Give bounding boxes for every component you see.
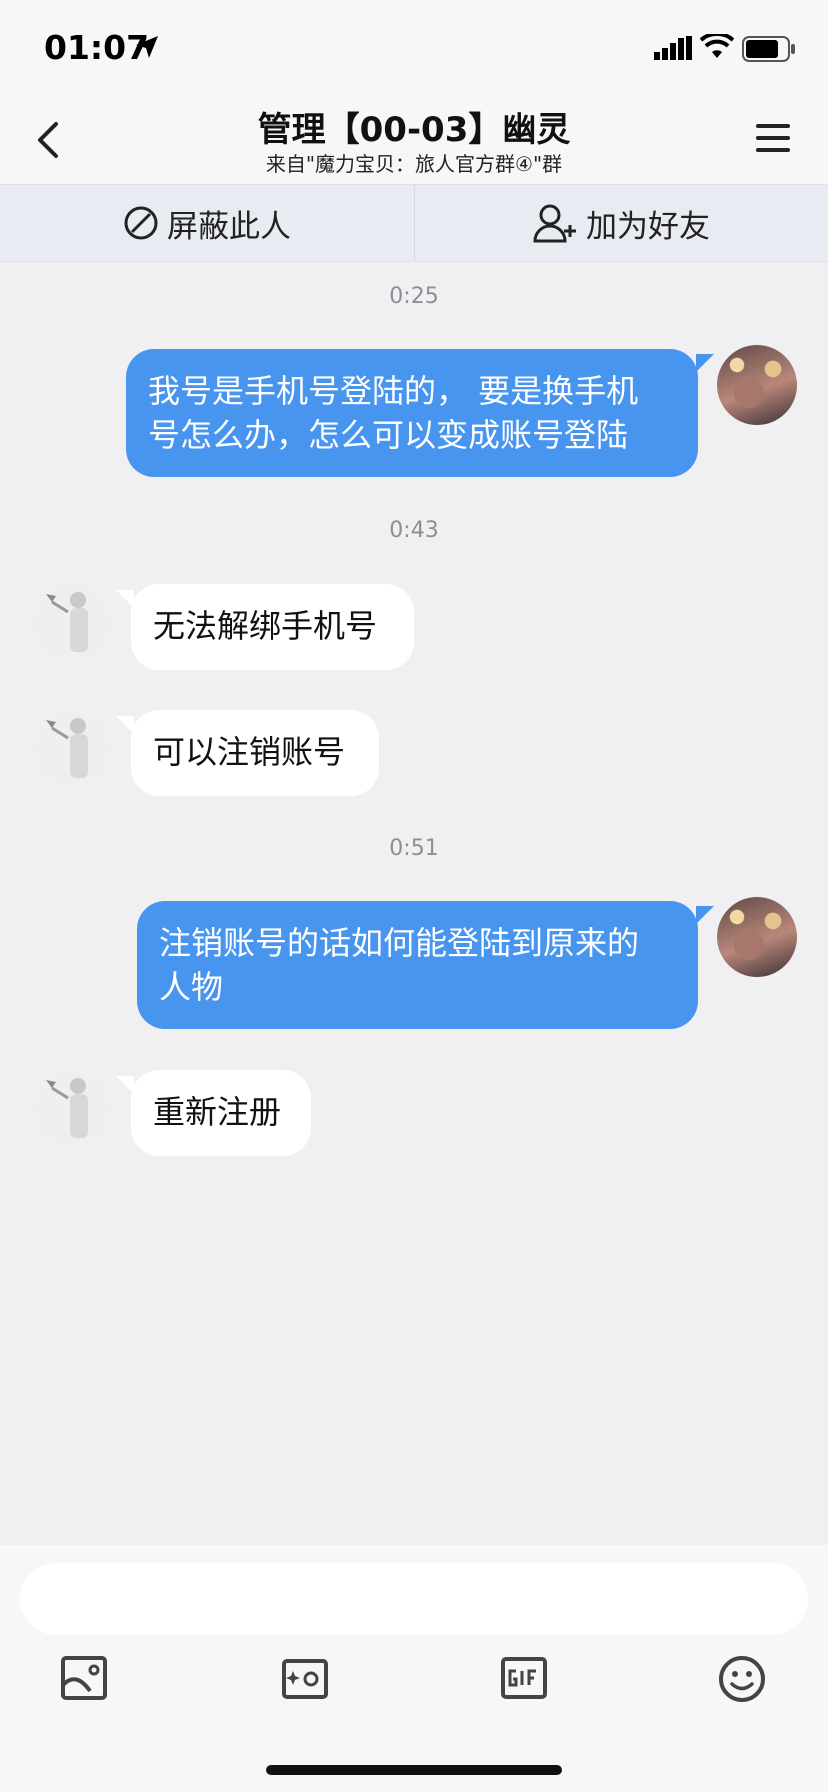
message-timestamp: 0:51 [389, 836, 439, 861]
home-indicator[interactable] [266, 1765, 562, 1775]
add-friend-icon [533, 204, 576, 243]
battery-icon [742, 36, 795, 62]
block-user-button[interactable]: 屏蔽此人 [0, 185, 415, 261]
incoming-message-bubble[interactable]: 可以注销账号 [131, 710, 379, 796]
add-friend-label: 加为好友 [586, 208, 710, 245]
status-bar: 01:07 [0, 0, 828, 92]
message-text: 无法解绑手机号 [153, 607, 378, 645]
outgoing-message-bubble[interactable]: 我号是手机号登陆的， 要是换手机 号怎么办，怎么可以变成账号登陆 [126, 349, 698, 477]
message-text-line: 我号是手机号登陆的， 要是换手机 [148, 372, 639, 410]
image-icon[interactable] [60, 1655, 108, 1701]
avatar-figure-icon [32, 708, 112, 788]
avatar-figure-icon [32, 1068, 112, 1148]
message-text-line: 注销账号的话如何能登陆到原来的 [159, 924, 640, 962]
action-bar: 屏蔽此人 加为好友 [0, 184, 828, 262]
avatar-figure-icon [32, 582, 112, 662]
block-icon [124, 206, 158, 240]
incoming-message-bubble[interactable]: 无法解绑手机号 [131, 584, 414, 670]
self-avatar[interactable] [717, 897, 797, 977]
cellular-signal-icon [654, 36, 692, 60]
message-timestamp: 0:43 [389, 518, 439, 543]
chat-subtitle: 来自"魔力宝贝：旅人官方群④"群 [265, 152, 563, 176]
gif-icon[interactable] [500, 1655, 548, 1701]
composer-area [0, 1545, 828, 1792]
self-avatar[interactable] [717, 345, 797, 425]
chat-header: 管理【00-03】幽灵 来自"魔力宝贝：旅人官方群④"群 [0, 92, 828, 184]
bubble-tail [696, 906, 714, 924]
sender-avatar[interactable] [32, 1068, 112, 1148]
sender-avatar[interactable] [32, 708, 112, 788]
menu-icon[interactable] [754, 120, 792, 156]
message-text: 可以注销账号 [153, 733, 346, 771]
location-arrow-icon [136, 36, 158, 58]
incoming-message-bubble[interactable]: 重新注册 [131, 1070, 311, 1156]
bubble-tail [696, 354, 714, 372]
block-user-label: 屏蔽此人 [167, 208, 291, 245]
message-timestamp: 0:25 [389, 284, 439, 309]
camera-icon[interactable] [281, 1655, 329, 1701]
emoji-icon[interactable] [718, 1655, 766, 1703]
message-text-line: 号怎么办，怎么可以变成账号登陆 [148, 416, 629, 454]
outgoing-message-bubble[interactable]: 注销账号的话如何能登陆到原来的 人物 [137, 901, 698, 1029]
message-text: 重新注册 [153, 1093, 282, 1131]
message-text-line: 人物 [159, 968, 224, 1006]
message-input[interactable] [20, 1563, 808, 1635]
sender-avatar[interactable] [32, 582, 112, 662]
chat-title: 管理【00-03】幽灵 [257, 110, 571, 150]
wifi-icon [700, 34, 734, 58]
add-friend-button[interactable]: 加为好友 [414, 185, 828, 261]
